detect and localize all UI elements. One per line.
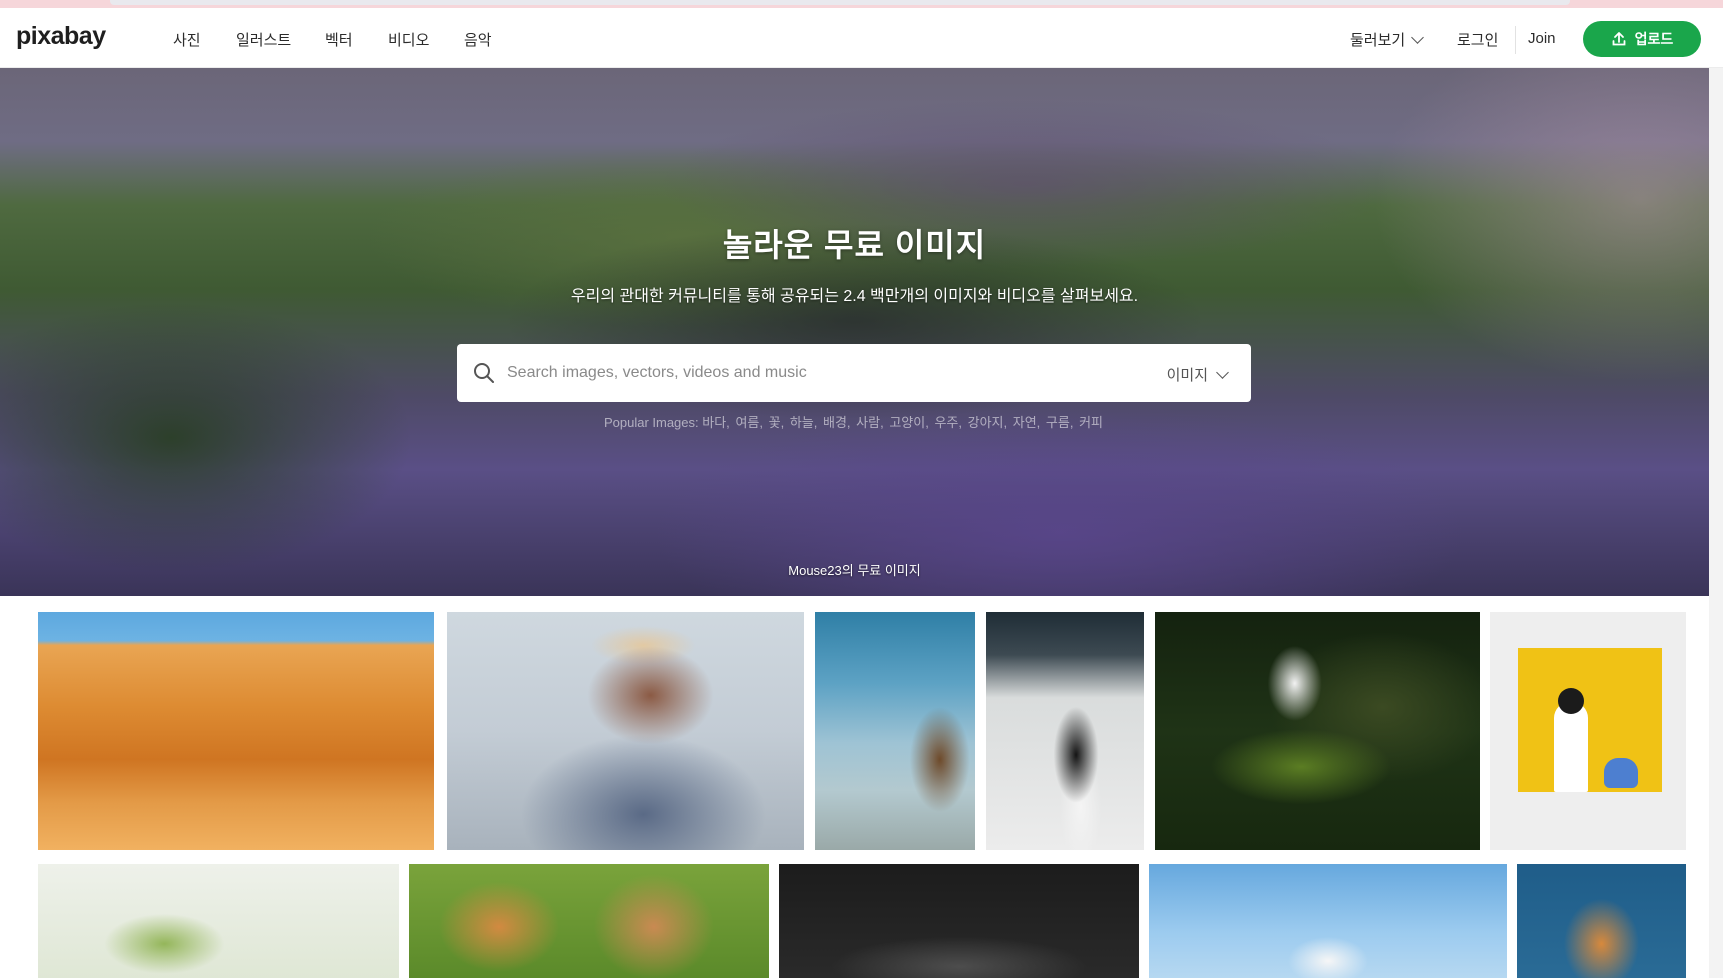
gallery-image-butterfly[interactable] — [1155, 612, 1480, 850]
popular-tag[interactable]: 우주, — [934, 415, 962, 430]
pixabay-logo[interactable]: pixabay — [16, 22, 106, 51]
gallery-image-desert[interactable] — [38, 612, 434, 850]
search-icon[interactable] — [473, 362, 495, 384]
explore-label: 둘러보기 — [1350, 32, 1406, 49]
popular-tag[interactable]: 커피 — [1079, 415, 1103, 430]
gallery-image-octopus[interactable] — [1517, 864, 1686, 978]
popular-tag[interactable]: 자연, — [1013, 415, 1041, 430]
nav-videos[interactable]: 비디오 — [388, 29, 429, 50]
hero-title: 놀라운 무료 이미지 — [722, 227, 987, 263]
popular-tag[interactable]: 구름, — [1046, 415, 1074, 430]
upload-button[interactable]: 업로드 — [1583, 21, 1701, 57]
illustration-yellow-panel — [1518, 648, 1662, 792]
gallery-image-man-with-pan-flute[interactable] — [447, 612, 804, 850]
popular-tag[interactable]: 꽃, — [769, 415, 785, 430]
popular-tag[interactable]: 배경, — [823, 415, 851, 430]
gallery-image-illustration-girl-cat[interactable] — [1490, 612, 1686, 850]
site-header: pixabay 사진 일러스트 벡터 비디오 음악 둘러보기 로그인 Join … — [0, 8, 1723, 68]
gallery-image-kitten[interactable] — [409, 864, 769, 978]
nav-illustrations[interactable]: 일러스트 — [236, 29, 291, 50]
gallery-image-woman-portrait[interactable] — [986, 612, 1144, 850]
illustration-cat — [1604, 758, 1638, 788]
search-input[interactable] — [505, 344, 1105, 402]
nav-music[interactable]: 음악 — [464, 29, 492, 50]
popular-tag[interactable]: 바다, — [702, 415, 730, 430]
nav-vectors[interactable]: 벡터 — [325, 29, 353, 50]
popular-tag[interactable]: 고양이, — [889, 415, 929, 430]
popular-prefix: Popular Images: — [603, 415, 699, 430]
nav-photos[interactable]: 사진 — [173, 29, 201, 50]
illustration-figure — [1554, 702, 1588, 792]
hero-credit-link[interactable]: Mouse23의 무료 이미지 — [0, 560, 1709, 579]
join-link[interactable]: Join — [1528, 30, 1556, 47]
browser-top-strip — [0, 0, 1723, 8]
explore-menu[interactable]: 둘러보기 — [1350, 29, 1425, 50]
popular-tag[interactable]: 여름, — [735, 415, 763, 430]
page-scrollbar[interactable] — [1709, 68, 1723, 978]
popular-tag[interactable]: 강아지, — [968, 415, 1008, 430]
chevron-down-icon — [1216, 365, 1229, 379]
upload-icon — [1612, 32, 1626, 46]
header-divider — [1515, 26, 1516, 54]
popular-tags: Popular Images: 바다, 여름, 꽃, 하늘, 배경, 사람, 고… — [0, 412, 1709, 431]
gallery-image-man-sky[interactable] — [1149, 864, 1507, 978]
hero-banner: 놀라운 무료 이미지 우리의 관대한 커뮤니티를 통해 공유되는 2.4 백만개… — [0, 68, 1709, 596]
gallery-image-plant[interactable] — [38, 864, 399, 978]
popular-tag[interactable]: 사람, — [856, 415, 884, 430]
chevron-down-icon — [1411, 30, 1425, 44]
hero-subtitle: 우리의 관대한 커뮤니티를 통해 공유되는 2.4 백만개의 이미지와 비디오를… — [570, 288, 1139, 305]
illustration-head — [1558, 688, 1584, 714]
popular-tag[interactable]: 하늘, — [790, 415, 818, 430]
browser-tab-bar — [110, 0, 1570, 5]
gallery-image-coast-rock[interactable] — [815, 612, 975, 850]
login-link[interactable]: 로그인 — [1457, 29, 1498, 50]
gallery-image-crocodile[interactable] — [779, 864, 1139, 978]
search-type-select[interactable]: 이미지 — [1166, 364, 1229, 385]
upload-label: 업로드 — [1634, 31, 1674, 47]
search-type-label: 이미지 — [1166, 367, 1208, 384]
search-bar: 이미지 — [457, 344, 1251, 402]
